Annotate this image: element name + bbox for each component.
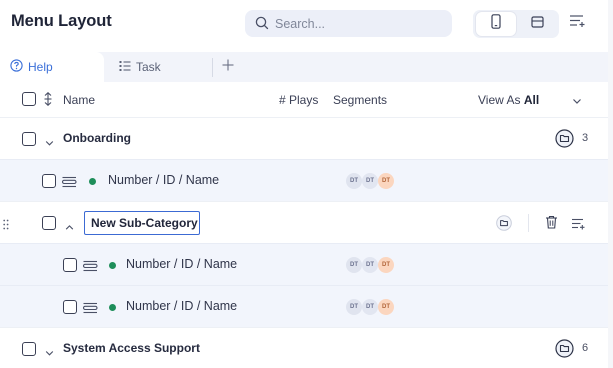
menu-item-icon <box>61 175 77 193</box>
status-dot <box>109 304 116 311</box>
segment-badge: DT <box>362 299 378 315</box>
search-icon <box>255 16 269 35</box>
column-name: Name <box>63 93 96 107</box>
menu-item-icon <box>82 259 98 277</box>
filter-icon[interactable] <box>571 217 585 235</box>
folder-icon <box>555 129 574 153</box>
row-checkbox[interactable] <box>22 132 36 146</box>
folder-icon[interactable] <box>496 215 512 236</box>
tab-help-label: Help <box>28 60 53 74</box>
search-input[interactable] <box>275 14 445 33</box>
segment-badge: DT <box>378 299 394 315</box>
category-row[interactable]: System Access Support 6 <box>0 327 613 368</box>
category-row[interactable]: Onboarding 3 <box>0 117 613 159</box>
tab-divider <box>212 58 213 77</box>
chevron-down-icon[interactable] <box>45 134 54 152</box>
menu-item-icon <box>82 301 98 319</box>
item-label: Number / ID / Name <box>108 173 220 187</box>
select-all-checkbox[interactable] <box>22 92 36 106</box>
list-item[interactable]: Number / ID / Name DT DT DT <box>0 285 613 327</box>
category-label: Onboarding <box>63 131 131 145</box>
sort-icon[interactable] <box>43 92 53 109</box>
list-item[interactable]: Number / ID / Name DT DT DT <box>0 159 613 201</box>
status-dot <box>109 262 116 269</box>
row-checkbox[interactable] <box>63 300 77 314</box>
chevron-up-icon[interactable] <box>65 218 74 236</box>
segment-badge: DT <box>346 257 362 273</box>
child-count: 6 <box>582 342 589 354</box>
tab-task-label: Task <box>136 60 161 74</box>
desktop-view-button[interactable] <box>517 12 557 36</box>
segment-badge: DT <box>346 299 362 315</box>
column-plays: # Plays <box>279 93 319 107</box>
segment-badge: DT <box>378 173 394 189</box>
task-list-icon <box>119 60 131 75</box>
plus-icon <box>222 58 234 75</box>
segment-badge: DT <box>362 173 378 189</box>
trash-icon[interactable] <box>545 215 558 234</box>
category-label: System Access Support <box>63 341 200 355</box>
mobile-view-button[interactable] <box>476 12 516 36</box>
status-dot <box>89 178 96 185</box>
action-divider <box>528 214 529 232</box>
view-as-label: View As <box>478 93 521 107</box>
view-as-select[interactable]: View As All <box>478 93 539 107</box>
view-as-value: All <box>523 93 540 107</box>
column-segments: Segments <box>333 93 388 107</box>
header: Menu Layout <box>0 0 613 48</box>
help-circle-icon <box>10 59 23 75</box>
segment-badge: DT <box>362 257 378 273</box>
row-checkbox[interactable] <box>42 216 56 230</box>
search-box[interactable] <box>245 10 452 37</box>
page-title: Menu Layout <box>11 12 112 30</box>
scrollbar[interactable] <box>608 0 613 368</box>
mobile-icon <box>491 14 501 34</box>
item-label: Number / ID / Name <box>126 257 238 271</box>
tab-bar: Help Task <box>0 52 613 82</box>
category-name-input[interactable]: New Sub-Category <box>84 211 200 235</box>
segment-badge: DT <box>378 257 394 273</box>
add-tab-button[interactable] <box>220 58 236 76</box>
row-checkbox[interactable] <box>22 342 36 356</box>
filter-icon[interactable] <box>569 14 585 33</box>
list-item[interactable]: Number / ID / Name DT DT DT <box>0 243 613 285</box>
item-label: Number / ID / Name <box>126 299 238 313</box>
chevron-down-icon[interactable] <box>45 344 54 362</box>
layout-icon <box>530 15 544 33</box>
category-row-editing[interactable]: New Sub-Category <box>0 201 613 243</box>
row-checkbox[interactable] <box>63 258 77 272</box>
column-header: Name # Plays Segments View As All <box>0 82 613 117</box>
tab-help[interactable]: Help <box>0 52 104 82</box>
drag-handle-icon[interactable] <box>3 217 9 235</box>
child-count: 3 <box>582 132 589 144</box>
segment-badge: DT <box>346 173 362 189</box>
chevron-down-icon[interactable] <box>572 94 582 108</box>
row-checkbox[interactable] <box>42 174 56 188</box>
folder-icon <box>555 339 574 363</box>
view-toggle <box>473 10 559 38</box>
tab-task[interactable]: Task <box>119 52 161 82</box>
